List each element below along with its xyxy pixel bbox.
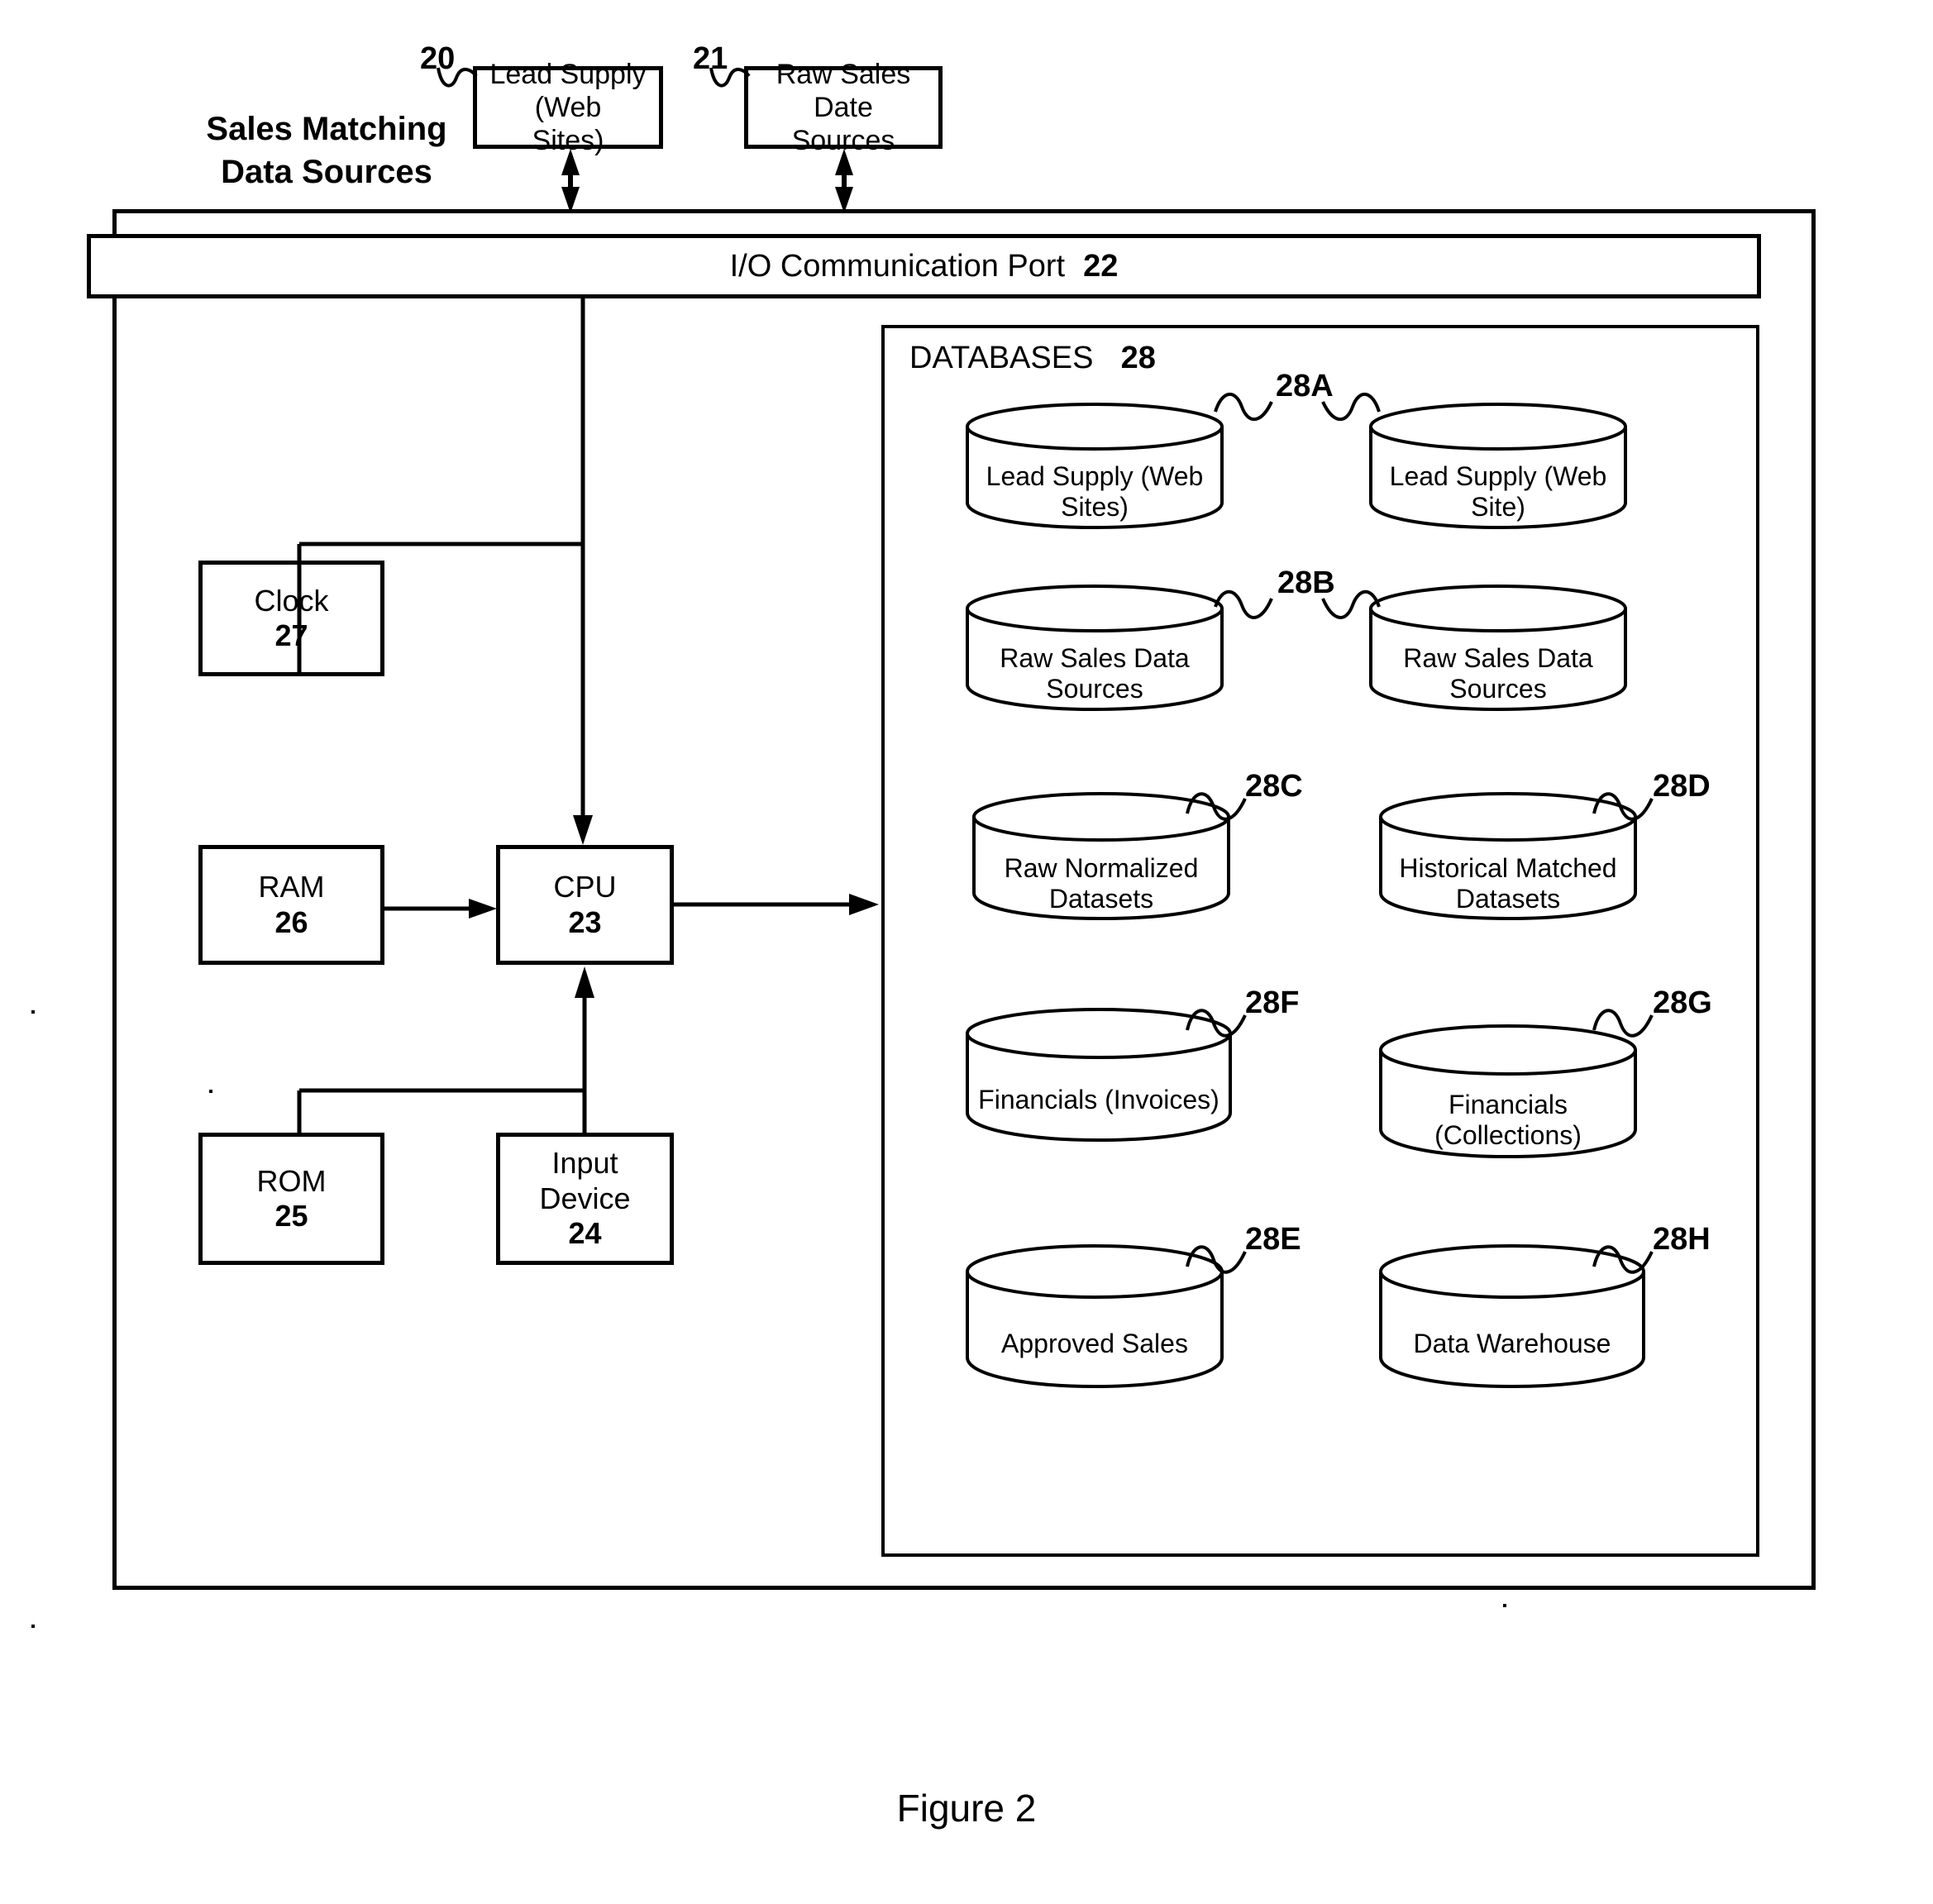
io-communication-port-bar: I/O Communication Port 22 [87,234,1761,298]
component-ram-label: RAM [258,870,325,904]
scan-speck [31,1010,35,1014]
databases-title-group: DATABASES 28 [909,341,1156,376]
database-cylinder-28c: Raw Normalized Datasets [969,790,1234,923]
ref-numeral-28h: 28H [1653,1222,1711,1257]
ref-numeral-28c: 28C [1245,769,1303,804]
component-rom-ref: 25 [274,1199,308,1233]
component-input-device-ref: 24 [568,1216,602,1251]
database-cylinder-28g: Financials (Collections) [1376,1022,1640,1161]
external-source-raw-sales: Raw Sales Date Sources [744,59,943,156]
database-cylinder-28a-right: Lead Supply (Web Site) [1366,402,1630,530]
component-rom-label: ROM [256,1163,327,1198]
ref-numeral-28f: 28F [1245,985,1300,1020]
ref-numeral-28g: 28G [1653,985,1712,1020]
diagram-title: Sales Matching Data Sources [206,111,447,190]
databases-title: DATABASES [909,341,1094,375]
external-source-lead-supply: Lead Supply (Web Sites) [473,59,663,156]
database-cylinder-28d: Historical Matched Datasets [1376,790,1640,923]
io-communication-port-ref: 22 [1083,248,1119,284]
component-clock: Clock 27 [198,561,384,676]
figure-caption-wrap: Figure 2 [0,1786,1933,1830]
ref-numeral-28e: 28E [1245,1222,1301,1257]
ref-numeral-20: 20 [420,41,456,76]
scan-speck [209,1090,212,1093]
scan-speck [1503,1604,1506,1607]
component-cpu-label: CPU [553,870,617,904]
ref-numeral-28a: 28A [1276,369,1334,403]
component-clock-label: Clock [254,583,329,618]
io-communication-port-label: I/O Communication Port [729,248,1066,284]
external-source-raw-sales-label: Raw Sales Date Sources [776,58,911,157]
component-clock-ref: 27 [274,618,308,652]
ref-numeral-21: 21 [693,41,728,76]
figure-caption: Figure 2 [896,1787,1037,1830]
ref-numeral-28b: 28B [1277,565,1335,600]
database-cylinder-28b-left: Raw Sales Data Sources [962,584,1227,712]
databases-ref: 28 [1120,341,1156,375]
component-ram-ref: 26 [274,904,308,939]
component-cpu-ref: 23 [568,904,602,939]
database-cylinder-28e: Approved Sales [962,1242,1227,1391]
figure-sheet: Sales Matching Data Sources Lead Supply … [0,0,1933,1904]
arrow-lead-supply-to-io [556,147,585,215]
component-input-device: Input Device 24 [496,1133,674,1265]
database-cylinder-28h: Data Warehouse [1376,1242,1649,1391]
arrow-raw-sales-to-io [829,147,859,215]
component-cpu: CPU 23 [496,845,674,965]
database-cylinder-28a-left: Lead Supply (Web Sites) [962,402,1227,530]
scan-speck [31,1625,35,1628]
component-ram: RAM 26 [198,845,384,965]
ref-numeral-28d: 28D [1653,769,1711,804]
database-cylinder-28b-right: Raw Sales Data Sources [1366,584,1630,712]
external-source-lead-supply-label: Lead Supply (Web Sites) [489,58,647,157]
database-cylinder-28f: Financials (Invoices) [962,1005,1235,1144]
component-rom: ROM 25 [198,1133,384,1265]
component-input-device-label: Input Device [539,1146,631,1215]
